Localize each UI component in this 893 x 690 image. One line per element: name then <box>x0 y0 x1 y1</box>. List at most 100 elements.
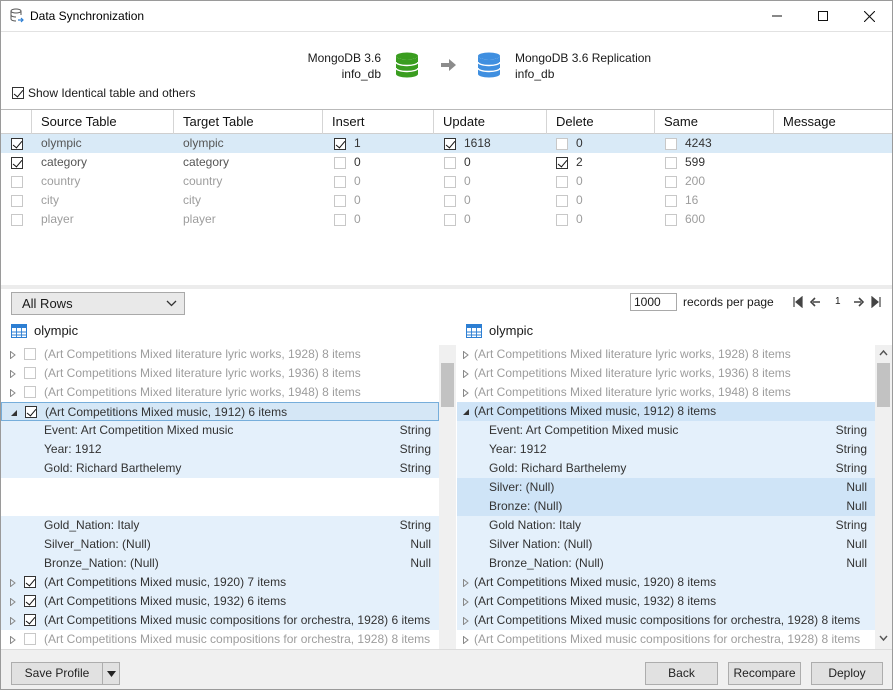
table-row[interactable]: player player 0 0 0 600 <box>1 210 892 229</box>
row-select-checkbox[interactable] <box>11 137 23 150</box>
expand-icon[interactable] <box>9 636 17 644</box>
minimize-button[interactable] <box>754 1 800 31</box>
delete-checkbox[interactable] <box>556 175 568 188</box>
update-checkbox[interactable] <box>444 194 456 207</box>
right-scroll-thumb[interactable] <box>877 363 890 407</box>
delete-checkbox[interactable] <box>556 156 568 169</box>
collapse-icon[interactable] <box>10 409 18 417</box>
record-checkbox[interactable] <box>24 386 36 398</box>
record-checkbox[interactable] <box>25 406 37 418</box>
close-button[interactable] <box>846 1 892 31</box>
expand-icon[interactable] <box>462 598 470 606</box>
update-checkbox[interactable] <box>444 175 456 188</box>
record-group-row[interactable]: (Art Competitions Mixed music compositio… <box>1 611 439 630</box>
same-checkbox[interactable] <box>665 156 677 169</box>
update-checkbox[interactable] <box>444 137 456 150</box>
same-checkbox[interactable] <box>665 194 677 207</box>
insert-checkbox[interactable] <box>334 137 346 150</box>
left-scrollbar[interactable] <box>439 345 456 649</box>
record-group-row[interactable]: (Art Competitions Mixed music, 1920) 8 i… <box>457 573 875 592</box>
expand-icon[interactable] <box>462 636 470 644</box>
recompare-button[interactable]: Recompare <box>728 662 801 685</box>
row-filter-select[interactable]: All Rows <box>11 292 185 315</box>
delete-checkbox[interactable] <box>556 137 568 150</box>
expand-icon[interactable] <box>9 370 17 378</box>
back-button[interactable]: Back <box>645 662 718 685</box>
row-select-checkbox[interactable] <box>11 175 23 188</box>
record-group-row[interactable]: (Art Competitions Mixed literature lyric… <box>1 345 439 364</box>
column-header[interactable]: Insert <box>322 110 433 134</box>
update-checkbox[interactable] <box>444 213 456 226</box>
column-header[interactable]: Source Table <box>31 110 173 134</box>
column-header[interactable]: Delete <box>546 110 654 134</box>
right-scrollbar[interactable] <box>875 345 892 649</box>
row-select-checkbox[interactable] <box>11 194 23 207</box>
expand-icon[interactable] <box>462 389 470 397</box>
save-profile-dropdown[interactable] <box>102 663 119 684</box>
table-row[interactable]: olympic olympic 1 1618 0 4243 <box>1 134 892 153</box>
expand-icon[interactable] <box>462 579 470 587</box>
records-per-page-input[interactable]: 1000 <box>630 293 677 311</box>
column-header[interactable]: Update <box>433 110 546 134</box>
record-group-row[interactable]: (Art Competitions Mixed music compositio… <box>1 630 439 649</box>
show-identical-toggle[interactable]: Show Identical table and others <box>12 86 195 100</box>
first-page-icon[interactable] <box>793 296 805 308</box>
record-field-row[interactable]: Gold Nation: Italy String <box>457 516 875 535</box>
record-checkbox[interactable] <box>24 348 36 360</box>
record-group-row[interactable]: (Art Competitions Mixed music, 1912) 6 i… <box>1 402 439 421</box>
prev-page-icon[interactable] <box>809 296 821 308</box>
row-select-checkbox[interactable] <box>11 156 23 169</box>
record-field-row[interactable]: Gold: Richard Barthelemy String <box>457 459 875 478</box>
same-checkbox[interactable] <box>665 213 677 226</box>
expand-icon[interactable] <box>9 389 17 397</box>
record-field-row[interactable]: Gold: Richard Barthelemy String <box>1 459 439 478</box>
expand-icon[interactable] <box>462 370 470 378</box>
deploy-button[interactable]: Deploy <box>811 662 883 685</box>
maximize-button[interactable] <box>800 1 846 31</box>
expand-icon[interactable] <box>9 598 17 606</box>
splitter[interactable] <box>1 285 892 289</box>
column-header[interactable]: Message <box>773 110 892 134</box>
insert-checkbox[interactable] <box>334 213 346 226</box>
record-group-row[interactable]: (Art Competitions Mixed literature lyric… <box>457 345 875 364</box>
collapse-icon[interactable] <box>462 408 470 416</box>
record-field-row[interactable]: Event: Art Competition Mixed music String <box>457 421 875 440</box>
record-group-row[interactable]: (Art Competitions Mixed music, 1932) 6 i… <box>1 592 439 611</box>
insert-checkbox[interactable] <box>334 175 346 188</box>
record-group-row[interactable]: (Art Competitions Mixed music compositio… <box>457 630 875 649</box>
record-group-row[interactable]: (Art Competitions Mixed literature lyric… <box>1 383 439 402</box>
record-field-row[interactable]: Bronze_Nation: (Null) Null <box>457 554 875 573</box>
record-checkbox[interactable] <box>24 595 36 607</box>
record-group-row[interactable]: (Art Competitions Mixed literature lyric… <box>457 364 875 383</box>
record-group-row[interactable]: (Art Competitions Mixed music, 1912) 8 i… <box>457 402 875 421</box>
record-field-row[interactable]: Silver: (Null) Null <box>457 478 875 497</box>
left-scroll-thumb[interactable] <box>441 363 454 407</box>
same-checkbox[interactable] <box>665 175 677 188</box>
expand-icon[interactable] <box>9 579 17 587</box>
record-group-row[interactable]: (Art Competitions Mixed literature lyric… <box>457 383 875 402</box>
scroll-up-icon[interactable] <box>879 349 888 356</box>
record-group-row[interactable]: (Art Competitions Mixed music compositio… <box>457 611 875 630</box>
expand-icon[interactable] <box>9 617 17 625</box>
delete-checkbox[interactable] <box>556 194 568 207</box>
table-row[interactable]: country country 0 0 0 200 <box>1 172 892 191</box>
record-group-row[interactable]: (Art Competitions Mixed music, 1920) 7 i… <box>1 573 439 592</box>
last-page-icon[interactable] <box>869 296 881 308</box>
table-row[interactable]: category category 0 0 2 599 <box>1 153 892 172</box>
record-field-row[interactable]: Silver_Nation: (Null) Null <box>1 535 439 554</box>
delete-checkbox[interactable] <box>556 213 568 226</box>
record-checkbox[interactable] <box>24 367 36 379</box>
column-header[interactable]: Same <box>654 110 773 134</box>
record-field-row[interactable]: Year: 1912 String <box>1 440 439 459</box>
record-checkbox[interactable] <box>24 614 36 626</box>
same-checkbox[interactable] <box>665 137 677 150</box>
row-select-checkbox[interactable] <box>11 213 23 226</box>
table-row[interactable]: city city 0 0 0 16 <box>1 191 892 210</box>
expand-icon[interactable] <box>462 351 470 359</box>
expand-icon[interactable] <box>9 351 17 359</box>
insert-checkbox[interactable] <box>334 156 346 169</box>
record-field-row[interactable]: Event: Art Competition Mixed music String <box>1 421 439 440</box>
record-checkbox[interactable] <box>24 633 36 645</box>
record-group-row[interactable]: (Art Competitions Mixed music, 1932) 8 i… <box>457 592 875 611</box>
record-group-row[interactable]: (Art Competitions Mixed literature lyric… <box>1 364 439 383</box>
